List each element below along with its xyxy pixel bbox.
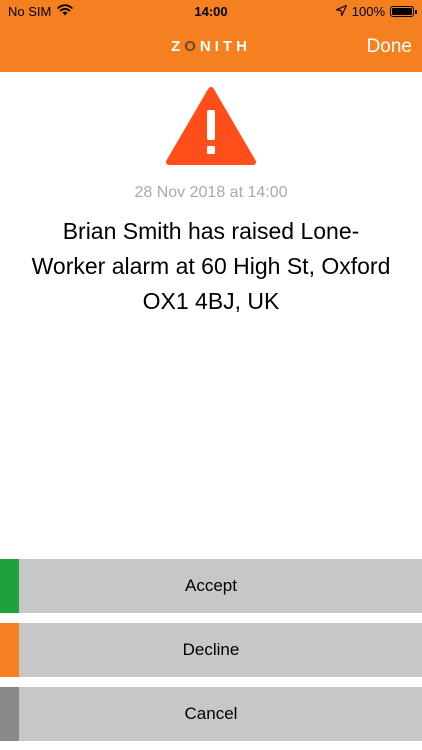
status-right: 100% [335, 4, 417, 19]
alarm-message: Brian Smith has raised Lone-Worker alarm… [31, 218, 391, 314]
decline-color-stripe [0, 623, 19, 677]
battery-percent: 100% [351, 4, 385, 19]
cancel-color-stripe [0, 687, 19, 741]
decline-label: Decline [182, 640, 240, 659]
cancel-label: Cancel [184, 704, 238, 723]
battery-icon [390, 6, 417, 17]
status-bar: No SIM 14:00 100% [0, 0, 422, 24]
accept-label: Accept [185, 576, 237, 595]
zonith-logo: ZONITH [171, 38, 251, 55]
warning-icon [166, 87, 256, 165]
location-arrow-icon [335, 4, 347, 19]
navigation-bar: ZONITH Done [0, 24, 422, 72]
cancel-button[interactable]: Cancel [0, 687, 422, 741]
accept-color-stripe [0, 559, 19, 613]
alert-timestamp: 28 Nov 2018 at 14:00 [134, 184, 288, 201]
accept-button[interactable]: Accept [0, 559, 422, 613]
decline-button[interactable]: Decline [0, 623, 422, 677]
done-button[interactable]: Done [367, 36, 412, 58]
